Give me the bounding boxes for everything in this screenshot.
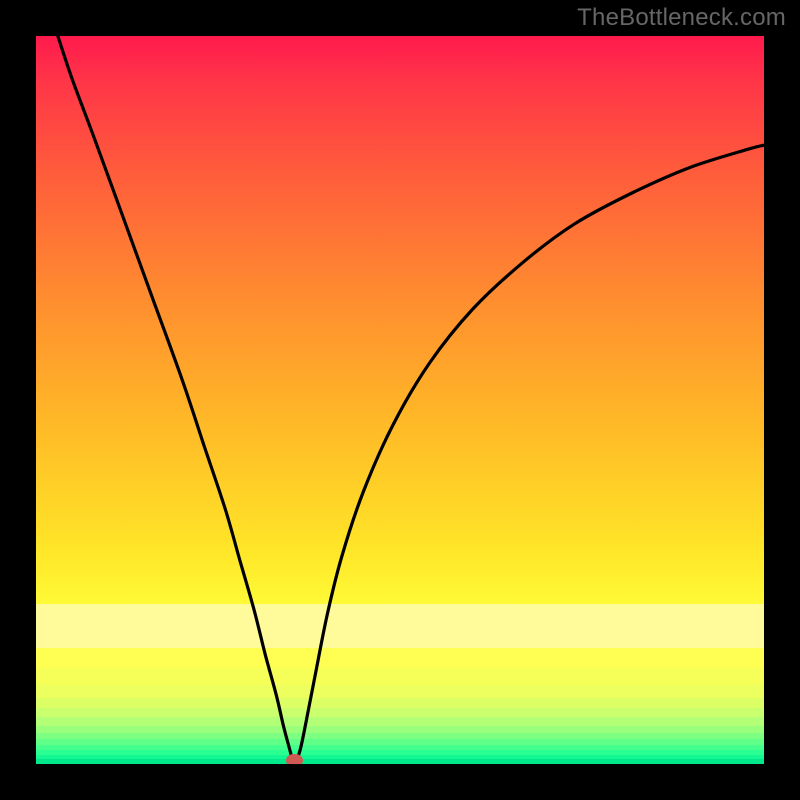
chart-frame: TheBottleneck.com xyxy=(0,0,800,800)
curve-svg xyxy=(36,36,764,764)
watermark-text: TheBottleneck.com xyxy=(577,4,786,32)
bottleneck-curve-path xyxy=(58,36,764,762)
minimum-marker xyxy=(286,754,303,764)
plot-area xyxy=(36,36,764,764)
